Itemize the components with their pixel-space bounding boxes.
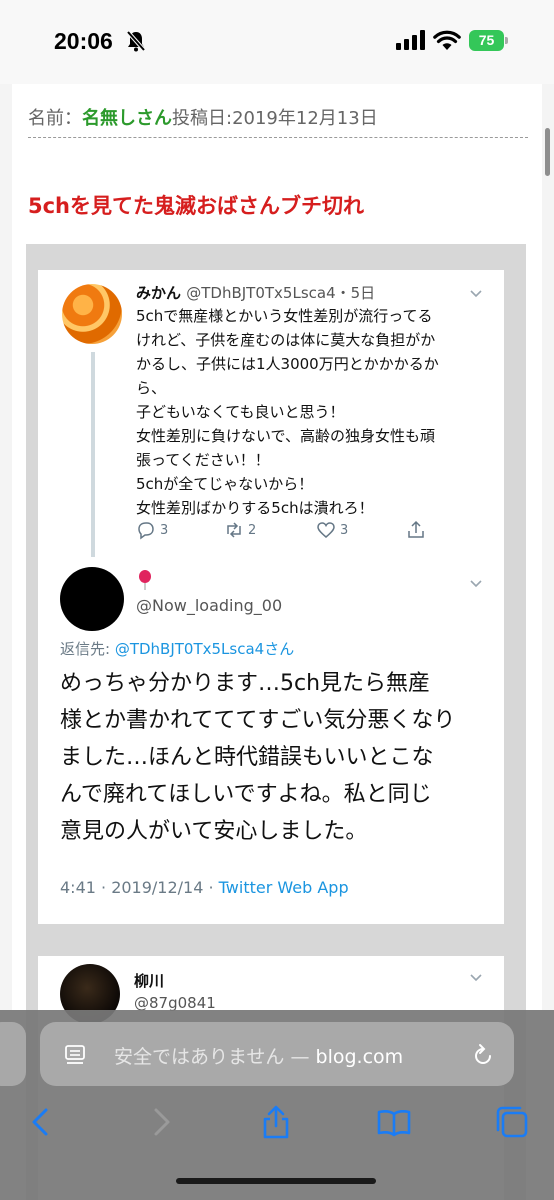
reply-source: Twitter Web App — [218, 878, 349, 897]
reply-line: ました…ほんと時代錯誤もいいとこな — [60, 744, 434, 770]
tweet-line: かるし、子供には1人3000万円とかかかるか — [136, 355, 439, 373]
like-count: 3 — [340, 522, 349, 538]
bookmarks-icon[interactable] — [376, 1104, 412, 1140]
tweet-line: けれど、子供を産むのは体に莫大な負担がか — [136, 331, 436, 349]
address-text[interactable]: 安全ではありません — blog.com — [114, 1042, 403, 1069]
share-icon — [408, 520, 424, 538]
tabs-icon[interactable] — [494, 1104, 530, 1140]
tweet-line: 子どもいなくても良いと思う！ — [136, 403, 345, 421]
tweet-actions: 3 2 3 — [136, 520, 436, 544]
tweet-line: 張ってください！！ — [136, 451, 270, 469]
retweet-action: 2 — [224, 520, 256, 540]
tweet-line: 5chで無産様とかいう女性差別が流行ってる — [136, 307, 433, 325]
reply-line: めっちゃ分かります…5ch見たら無産 — [60, 671, 431, 696]
tweet-thread-card: みかん @TDhBJT0Tx5Lsca4・5日 5chで無産様とかいう女性差別が… — [38, 270, 504, 924]
share-icon[interactable] — [258, 1104, 294, 1140]
tweet-line: 5chが全てじゃないから！ — [136, 475, 314, 493]
chevron-down-icon — [470, 974, 482, 982]
reply-to-label: 返信先: — [60, 640, 115, 658]
reply-to-line: 返信先: @TDhBJT0Tx5Lsca4さん — [60, 638, 294, 659]
reply-text: めっちゃ分かります…5ch見たら無産 様とか書かれてててすごい気分悪くなり まし… — [60, 666, 500, 851]
poster-name: 名無しさん — [82, 108, 172, 129]
tweet-author-name: みかん — [136, 284, 182, 302]
bell-slash-icon — [126, 30, 146, 52]
scrollbar[interactable] — [545, 128, 550, 176]
cellular-signal-icon — [396, 30, 425, 50]
reply-icon — [138, 522, 154, 540]
balloon-icon — [139, 570, 151, 590]
battery-percent: 75 — [478, 32, 495, 48]
reply-line: 様とか書かれてててすごい気分悪くなり — [60, 707, 456, 733]
previous-tab-peek[interactable] — [0, 1022, 26, 1086]
tweet-line: 女性差別に負けないで、高齢の独身女性も頑 — [136, 427, 435, 445]
post-meta: 名前：名無しさん投稿日:2019年12月13日 — [28, 104, 528, 138]
thread-connector — [91, 352, 95, 557]
like-action: 3 — [316, 520, 348, 540]
forward-icon[interactable] — [142, 1104, 178, 1140]
home-indicator[interactable] — [176, 1178, 376, 1184]
post-date: 2019年12月13日 — [232, 108, 378, 129]
reply-author-handle: @Now_loading_00 — [136, 596, 283, 615]
back-icon[interactable] — [24, 1104, 60, 1140]
tweet-line: 女性差別ばかりする5chは潰れろ！ — [136, 499, 374, 517]
status-bar: 20:06 75 — [0, 0, 554, 84]
security-warning: 安全ではありません — — [114, 1046, 316, 1068]
post-title: 5chを見てた鬼滅おばさんブチ切れ — [28, 194, 365, 218]
retweet-icon — [227, 522, 241, 538]
date-label: 投稿日: — [172, 108, 233, 129]
share-action — [406, 520, 426, 540]
reload-icon[interactable] — [470, 1042, 496, 1068]
heart-icon — [317, 522, 335, 538]
chevron-down-icon — [470, 290, 482, 298]
reply-time: 4:41 · 2019/12/14 · — [60, 878, 219, 897]
reply-count: 3 — [160, 522, 169, 538]
tweet-text: 5chで無産様とかいう女性差別が流行ってる けれど、子供を産むのは体に莫大な負担… — [136, 304, 496, 520]
reader-icon[interactable] — [64, 1044, 86, 1066]
reply-line: んで廃れてほしいですよね。私と同じ — [60, 781, 432, 807]
address-host: blog.com — [315, 1046, 404, 1068]
reply-action: 3 — [136, 520, 168, 540]
battery-icon: 75 — [469, 30, 509, 51]
battery-cap — [505, 37, 508, 44]
name-label: 名前： — [28, 108, 82, 129]
reply-to-handle: @TDhBJT0Tx5Lsca4さん — [114, 640, 295, 658]
browser-toolbar: 安全ではありません — blog.com — [0, 1010, 554, 1200]
chevron-down-icon — [470, 580, 482, 588]
reply-line: 意見の人がいて安心しました。 — [60, 818, 368, 844]
retweet-count: 2 — [248, 522, 257, 538]
tweet-author-handle: @TDhBJT0Tx5Lsca4・5日 — [186, 284, 376, 302]
avatar — [62, 284, 122, 344]
address-bar[interactable]: 安全ではありません — blog.com — [40, 1022, 514, 1086]
tweet-line: ら、 — [136, 379, 167, 397]
tweet-author: みかん @TDhBJT0Tx5Lsca4・5日 — [136, 282, 375, 303]
avatar — [60, 567, 124, 631]
wifi-icon — [433, 30, 461, 50]
tweet-author-name: 柳川 — [134, 972, 165, 990]
reply-timestamp: 4:41 · 2019/12/14 · Twitter Web App — [60, 878, 349, 897]
status-time: 20:06 — [54, 28, 113, 54]
